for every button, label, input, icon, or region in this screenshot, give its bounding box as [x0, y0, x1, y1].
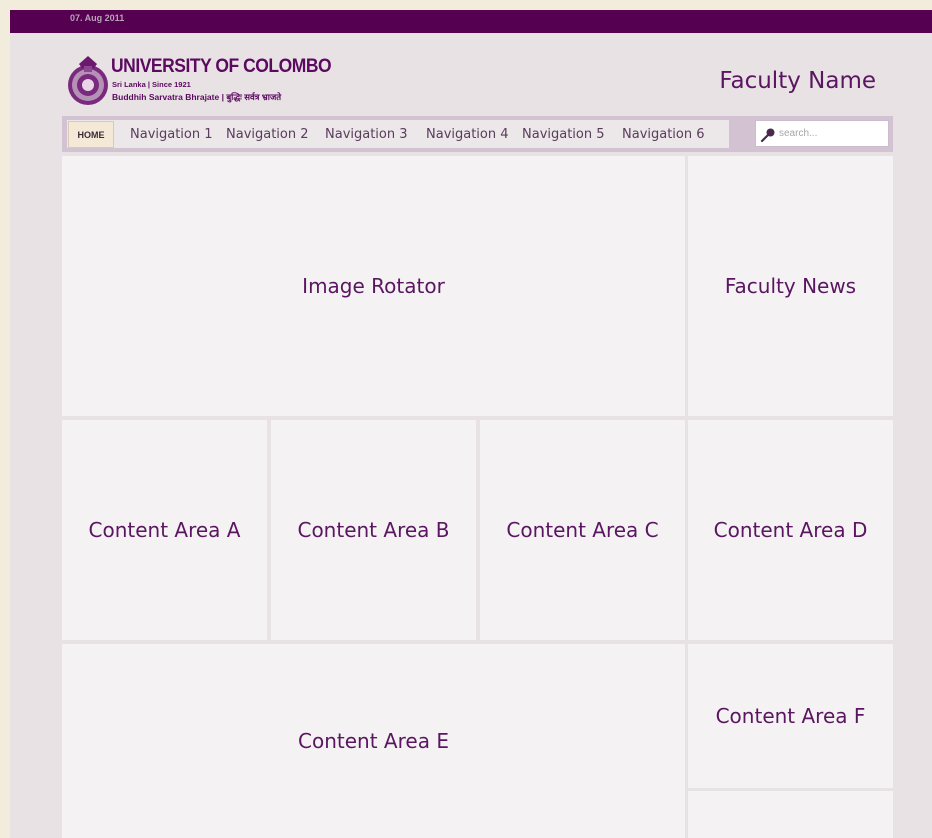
content-area-b: Content Area B	[271, 420, 476, 640]
content-area-c: Content Area C	[480, 420, 685, 640]
nav-item-6[interactable]: Navigation 6	[622, 127, 705, 142]
top-bar: 07. Aug 2011	[10, 10, 932, 33]
content-area-e: Content Area E	[62, 644, 685, 838]
image-rotator-label: Image Rotator	[302, 274, 445, 298]
content-area-d-label: Content Area D	[713, 518, 868, 542]
search-input[interactable]	[779, 124, 885, 143]
nav-item-5[interactable]: Navigation 5	[522, 127, 605, 142]
search-box[interactable]	[755, 120, 889, 147]
content-area-b-label: Content Area B	[297, 518, 450, 542]
navigation-bar: HOME Navigation 1 Navigation 2 Navigatio…	[62, 116, 893, 152]
nav-item-2[interactable]: Navigation 2	[226, 127, 309, 142]
nav-item-1[interactable]: Navigation 1	[130, 127, 213, 142]
page: 07. Aug 2011 UNIVERSITY OF COLOMBO Sri L…	[10, 10, 932, 838]
content-area-f-label: Content Area F	[715, 704, 866, 728]
university-seal-icon	[68, 56, 108, 105]
content-area-c-label: Content Area C	[506, 518, 659, 542]
university-tagline: Sri Lanka | Since 1921	[112, 80, 191, 89]
faculty-news-label: Faculty News	[724, 274, 857, 298]
university-logo[interactable]: UNIVERSITY OF COLOMBO Sri Lanka | Since …	[65, 52, 335, 108]
university-name: UNIVERSITY OF COLOMBO	[111, 56, 332, 77]
faculty-news-panel: Faculty News	[688, 156, 893, 416]
content-area-f: Content Area F	[688, 644, 893, 788]
content-area-a-label: Content Area A	[88, 518, 241, 542]
university-motto: Buddhih Sarvatra Bhrajate | बुद्धिः सर्व…	[112, 92, 282, 102]
nav-home-button[interactable]: HOME	[68, 121, 114, 148]
content-area-empty	[688, 791, 893, 838]
content-area-a: Content Area A	[62, 420, 267, 640]
content-area-e-label: Content Area E	[298, 729, 449, 753]
faculty-name-title: Faculty Name	[719, 68, 876, 94]
nav-item-3[interactable]: Navigation 3	[325, 127, 408, 142]
date-label: 07. Aug 2011	[70, 13, 125, 23]
image-rotator[interactable]: Image Rotator	[62, 156, 685, 416]
search-icon[interactable]	[760, 127, 776, 143]
nav-item-4[interactable]: Navigation 4	[426, 127, 509, 142]
content-area-d: Content Area D	[688, 420, 893, 640]
